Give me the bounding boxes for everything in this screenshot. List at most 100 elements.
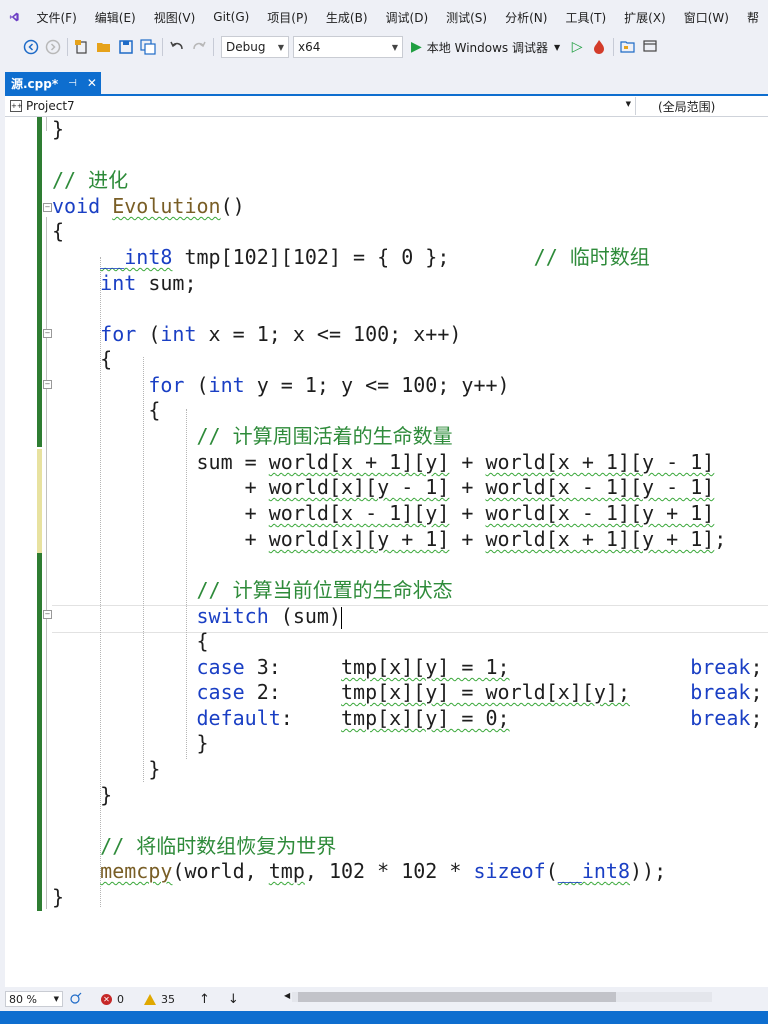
scrollbar-thumb[interactable] [298, 992, 616, 1002]
code-line: } [196, 731, 209, 755]
code-line: + world[x][y + 1] + world[x + 1][y + 1]; [244, 527, 727, 551]
change-indicator [37, 553, 42, 911]
arrow-up-icon[interactable]: ↑ [199, 992, 210, 1007]
tab-source-cpp[interactable]: 源.cpp* ⊣ ✕ [5, 72, 101, 94]
code-line: for (int x = 1; x <= 100; x++) [100, 322, 462, 346]
collapse-icon[interactable]: − [43, 203, 52, 212]
warning-icon[interactable] [144, 993, 156, 1005]
error-count[interactable]: 0 [117, 993, 124, 1006]
collapse-icon[interactable]: − [43, 329, 52, 338]
error-icon[interactable]: ✕ [101, 993, 112, 1005]
code-line: default: tmp[x][y] = 0; break; [196, 706, 763, 730]
menu-git[interactable]: Git(G) [204, 10, 258, 24]
code-line: { [196, 629, 209, 653]
toolbar-separator [213, 38, 214, 56]
change-indicator [37, 117, 42, 447]
toolbar-separator [67, 38, 68, 56]
menu-build[interactable]: 生成(B) [317, 9, 377, 26]
arrow-down-icon[interactable]: ↓ [228, 992, 239, 1007]
text-caret [341, 606, 342, 629]
code-line: } [100, 783, 113, 807]
window-layout-icon[interactable] [639, 36, 661, 58]
project-name: Project7 [26, 99, 75, 113]
code-area[interactable]: } // 进化 void Evolution() { __int8 tmp[10… [52, 117, 768, 987]
close-icon[interactable]: ✕ [87, 76, 97, 90]
fold-line [46, 217, 47, 909]
save-icon[interactable] [115, 36, 137, 58]
change-indicator-unsaved [37, 449, 42, 553]
pin-icon[interactable]: ⊣ [68, 78, 77, 89]
start-without-debug-icon[interactable]: ▷ [566, 36, 588, 58]
run-label: 本地 Windows 调试器 [426, 40, 548, 55]
code-line: sum = world[x + 1][y] + world[x + 1][y -… [196, 450, 715, 474]
new-project-icon[interactable] [71, 36, 93, 58]
code-line: case 3: tmp[x][y] = 1; break; [196, 655, 763, 679]
scope-dropdown[interactable]: (全局范围) [658, 98, 715, 115]
editor-gutter: − − − − [5, 117, 52, 987]
back-icon[interactable] [20, 36, 42, 58]
toolbar: Debug ▼ x64 ▼ ▶ 本地 Windows 调试器 ▼ ▷ [0, 34, 768, 60]
save-all-icon[interactable] [137, 36, 159, 58]
open-file-icon[interactable] [93, 36, 115, 58]
hot-reload-icon[interactable] [588, 36, 610, 58]
scroll-left-icon[interactable]: ◀ [284, 991, 290, 1000]
code-line: void Evolution() [52, 194, 245, 218]
redo-icon[interactable] [188, 36, 210, 58]
collapse-icon[interactable]: − [43, 610, 52, 619]
configuration-dropdown[interactable]: Debug ▼ [221, 36, 289, 58]
zoom-dropdown[interactable]: 80 % ▼ [5, 991, 63, 1007]
menu-test[interactable]: 测试(S) [437, 9, 496, 26]
code-line: // 计算周围活着的生命数量 [196, 424, 453, 448]
menu-tools[interactable]: 工具(T) [556, 9, 615, 26]
chevron-down-icon: ▼ [625, 100, 631, 108]
code-line: { [148, 398, 161, 422]
project-dropdown[interactable]: ++ Project7 ▼ [5, 97, 636, 115]
zoom-value: 80 % [9, 992, 37, 1006]
platform-value: x64 [298, 40, 321, 54]
code-line: int sum; [100, 271, 197, 295]
project-icon: ++ [10, 100, 23, 112]
collapse-icon[interactable]: − [43, 380, 52, 389]
menu-edit[interactable]: 编辑(E) [86, 9, 145, 26]
forward-icon[interactable] [42, 36, 64, 58]
visual-studio-logo-icon[interactable] [9, 5, 19, 29]
code-line: __int8 tmp[102][102] = { 0 }; // 临时数组 [100, 245, 650, 269]
warning-count[interactable]: 35 [161, 993, 175, 1006]
code-line: + world[x][y - 1] + world[x - 1][y - 1] [244, 475, 715, 499]
ide-status-bar [0, 1011, 768, 1024]
play-icon: ▶ [411, 39, 422, 55]
menu-project[interactable]: 项目(P) [258, 9, 317, 26]
start-debugging-button[interactable]: ▶ 本地 Windows 调试器 ▼ [411, 39, 560, 56]
code-line: // 将临时数组恢复为世界 [100, 834, 337, 858]
code-editor[interactable]: − − − − } // 进化 void Evolution() { __int… [5, 117, 768, 987]
code-line: } [52, 885, 65, 909]
menu-view[interactable]: 视图(V) [145, 9, 205, 26]
code-line: } [52, 117, 65, 141]
health-icon[interactable] [69, 992, 83, 1006]
code-line: { [100, 347, 113, 371]
chevron-down-icon: ▼ [553, 42, 561, 52]
toolbar-separator [613, 38, 615, 56]
chevron-down-icon: ▼ [277, 42, 284, 52]
code-line: // 进化 [52, 168, 129, 192]
menu-help[interactable]: 帮 [738, 9, 768, 26]
menu-window[interactable]: 窗口(W) [675, 9, 738, 26]
horizontal-scrollbar[interactable]: ◀ [284, 991, 712, 1002]
menu-file[interactable]: 文件(F) [27, 9, 85, 26]
undo-icon[interactable] [166, 36, 188, 58]
code-line: { [52, 219, 65, 243]
chevron-down-icon: ▼ [391, 42, 398, 52]
menu-extensions[interactable]: 扩展(X) [615, 9, 675, 26]
menu-debug[interactable]: 调试(D) [377, 9, 438, 26]
menu-analyze[interactable]: 分析(N) [496, 9, 556, 26]
solution-explorer-icon[interactable] [617, 36, 639, 58]
platform-dropdown[interactable]: x64 ▼ [293, 36, 403, 58]
configuration-value: Debug [226, 40, 266, 54]
toolbar-separator [162, 38, 163, 56]
code-line: + world[x - 1][y] + world[x - 1][y + 1] [244, 501, 715, 525]
menu-bar: 文件(F) 编辑(E) 视图(V) Git(G) 项目(P) 生成(B) 调试(… [0, 0, 768, 34]
navigation-bar: ++ Project7 ▼ (全局范围) [5, 96, 768, 117]
code-line: } [148, 757, 161, 781]
editor-status-bar: 80 % ▼ ✕ 0 35 ↑ ↓ ◀ [0, 987, 768, 1011]
code-line: memcpy(world, tmp, 102 * 102 * sizeof(__… [100, 859, 667, 883]
